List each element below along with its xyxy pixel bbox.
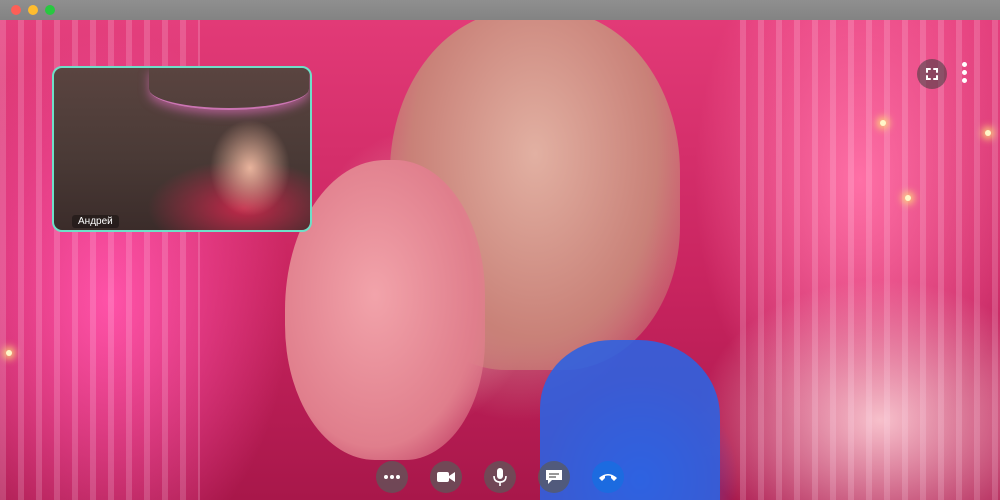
window-close-button[interactable]	[11, 5, 21, 15]
pip-neon-sign	[149, 68, 309, 110]
self-view-pip[interactable]: Андрей	[52, 66, 312, 232]
fairy-light	[6, 350, 12, 356]
fairy-light	[985, 130, 991, 136]
window-titlebar	[0, 0, 1000, 20]
main-video: Андрей	[0, 20, 1000, 500]
chat-icon	[546, 470, 562, 484]
chat-button[interactable]	[538, 461, 570, 493]
remote-participant-hand	[285, 160, 485, 460]
more-button[interactable]	[376, 461, 408, 493]
end-call-icon	[599, 474, 617, 481]
microphone-button[interactable]	[484, 461, 516, 493]
window-minimize-button[interactable]	[28, 5, 38, 15]
expand-button[interactable]	[917, 59, 947, 89]
pip-participant-name: Андрей	[72, 215, 119, 228]
window-maximize-button[interactable]	[45, 5, 55, 15]
fairy-light	[880, 120, 886, 126]
more-horizontal-icon	[384, 475, 400, 479]
expand-icon	[926, 68, 938, 80]
fairy-light	[905, 195, 911, 201]
more-options-button[interactable]	[956, 59, 972, 89]
end-call-button[interactable]	[592, 461, 624, 493]
microphone-icon	[493, 468, 507, 486]
camera-icon	[437, 472, 455, 482]
camera-button[interactable]	[430, 461, 462, 493]
curtain-right	[740, 20, 1000, 500]
more-vertical-icon	[956, 62, 972, 83]
